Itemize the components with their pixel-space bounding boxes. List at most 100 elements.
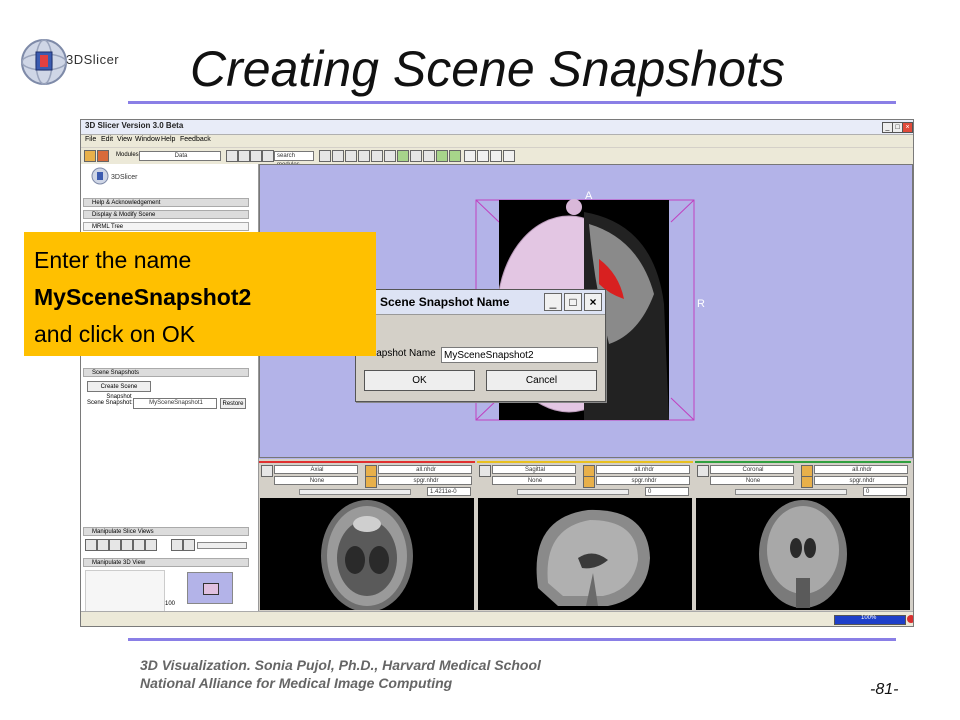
slice-ctl-icon-4[interactable] (121, 539, 133, 551)
slice-ctl-icon-8[interactable] (183, 539, 195, 551)
sagittal-fg-select[interactable]: all.nhdr (596, 465, 690, 474)
axial-fg-select[interactable]: all.nhdr (378, 465, 472, 474)
layout-icon-4[interactable] (358, 150, 370, 162)
layout-icon-1[interactable] (319, 150, 331, 162)
menu-edit[interactable]: Edit (101, 136, 113, 143)
axial-pin-icon[interactable] (261, 465, 273, 477)
coronal-fg-select[interactable]: all.nhdr (814, 465, 908, 474)
slice-ctl-icon-2[interactable] (97, 539, 109, 551)
axial-label-icon[interactable] (365, 476, 377, 488)
close-button[interactable]: × (902, 122, 913, 133)
error-log-icon[interactable] (907, 615, 913, 623)
ok-button[interactable]: OK (364, 370, 475, 391)
module-list-icon[interactable] (250, 150, 262, 162)
orientation-label-a: A (585, 190, 593, 202)
window-title: 3D Slicer Version 3.0 Beta (85, 121, 184, 130)
section-help[interactable]: Help & Acknowledgement (83, 198, 249, 207)
layout-icon-5[interactable] (371, 150, 383, 162)
mrml-tree-header[interactable]: MRML Tree (83, 222, 249, 231)
sagittal-slice-image[interactable] (478, 498, 692, 610)
module-selector[interactable]: Data (139, 151, 221, 161)
layout-icon-11[interactable] (449, 150, 461, 162)
coronal-slice-image[interactable] (696, 498, 910, 610)
search-icon[interactable] (262, 150, 274, 162)
layout-icon-7[interactable] (397, 150, 409, 162)
coronal-orientation-select[interactable]: Coronal (710, 465, 794, 474)
restore-button[interactable]: Restore (220, 398, 246, 409)
fiducial-icon[interactable] (464, 150, 476, 162)
modules-label: Modules: (116, 152, 141, 158)
snapshot-name-input[interactable]: MySceneSnapshot2 (441, 347, 598, 363)
slice-opacity-slider[interactable] (197, 542, 247, 549)
sagittal-bg-select[interactable]: None (492, 476, 576, 485)
load-scene-icon[interactable] (84, 150, 96, 162)
create-scene-snapshot-button[interactable]: Create Scene Snapshot (87, 381, 151, 400)
window-titlebar: 3D Slicer Version 3.0 Beta _ □ × (81, 120, 913, 135)
sagittal-offset-value[interactable]: 0 (645, 487, 689, 496)
cancel-button[interactable]: Cancel (486, 370, 597, 391)
axial-bg-select[interactable]: None (274, 476, 358, 485)
small-slicer-logo-icon (91, 167, 109, 185)
section-manipulate-3d-view[interactable]: Manipulate 3D View (83, 558, 249, 567)
layout-icon-2[interactable] (332, 150, 344, 162)
save-scene-icon[interactable] (97, 150, 109, 162)
instruction-callout: Enter the name MySceneSnapshot2 and clic… (24, 232, 376, 356)
sagittal-label-select[interactable]: spgr.nhdr (596, 476, 690, 485)
scene-snapshot-select[interactable]: MySceneSnapshot1 (133, 398, 217, 409)
sagittal-mri (536, 509, 650, 606)
menu-window[interactable]: Window (135, 136, 160, 143)
section-manipulate-slice-views[interactable]: Manipulate Slice Views (83, 527, 249, 536)
menu-feedback[interactable]: Feedback (180, 136, 211, 143)
progress-bar: 100% (834, 615, 906, 625)
section-scene-snapshots[interactable]: Scene Snapshots (83, 368, 249, 377)
sagittal-offset-slider[interactable] (517, 489, 629, 495)
page-number: -81- (870, 681, 899, 698)
slice-ctl-icon-5[interactable] (133, 539, 145, 551)
sagittal-label-icon[interactable] (583, 476, 595, 488)
dialog-minimize-button[interactable]: _ (544, 293, 562, 311)
coronal-label-icon[interactable] (801, 476, 813, 488)
callout-line-2: MySceneSnapshot2 (34, 284, 252, 310)
forward-icon[interactable] (238, 150, 250, 162)
menu-help[interactable]: Help (161, 136, 175, 143)
slice-ctl-icon-7[interactable] (171, 539, 183, 551)
coronal-bg-select[interactable]: None (710, 476, 794, 485)
layout-icon-9[interactable] (423, 150, 435, 162)
menu-view[interactable]: View (117, 136, 132, 143)
scene-snapshot-name-dialog: Scene Snapshot Name _ □ × Snapshot Name … (355, 289, 606, 402)
slice-ctl-icon-3[interactable] (109, 539, 121, 551)
slice-ctl-icon-1[interactable] (85, 539, 97, 551)
menu-file[interactable]: File (85, 136, 96, 143)
view-icon[interactable] (503, 150, 515, 162)
coronal-pin-icon[interactable] (697, 465, 709, 477)
axial-offset-value[interactable]: 1.4211e-0 (427, 487, 471, 496)
sagittal-pin-icon[interactable] (479, 465, 491, 477)
dialog-close-button[interactable]: × (584, 293, 602, 311)
view-orientation-widget[interactable] (85, 570, 165, 612)
footer-organization: National Alliance for Medical Image Comp… (140, 675, 453, 691)
layout-icon-10[interactable] (436, 150, 448, 162)
coronal-mri (759, 500, 847, 608)
rotate-icon[interactable] (490, 150, 502, 162)
layout-icon-3[interactable] (345, 150, 357, 162)
section-display-modify[interactable]: Display & Modify Scene (83, 210, 249, 219)
axial-slice-image[interactable] (260, 498, 474, 610)
layout-icon-8[interactable] (410, 150, 422, 162)
axial-orientation-select[interactable]: Axial (274, 465, 358, 474)
orientation-label-r: R (697, 298, 705, 310)
axial-offset-slider[interactable] (299, 489, 411, 495)
slice-ctl-icon-6[interactable] (145, 539, 157, 551)
layout-icon-6[interactable] (384, 150, 396, 162)
pick-icon[interactable] (477, 150, 489, 162)
search-modules-input[interactable]: search modules (274, 151, 314, 168)
coronal-label-select[interactable]: spgr.nhdr (814, 476, 908, 485)
callout-line-1: Enter the name (34, 247, 192, 273)
coronal-offset-value[interactable]: 0 (863, 487, 907, 496)
coronal-offset-slider[interactable] (735, 489, 847, 495)
slice-views: Axial all.nhdr None spgr.nhdr 1.4211e-0 … (259, 461, 913, 611)
3d-view-thumbnail[interactable] (187, 572, 233, 604)
back-icon[interactable] (226, 150, 238, 162)
dialog-maximize-button[interactable]: □ (564, 293, 582, 311)
sagittal-orientation-select[interactable]: Sagittal (492, 465, 576, 474)
axial-label-select[interactable]: spgr.nhdr (378, 476, 472, 485)
